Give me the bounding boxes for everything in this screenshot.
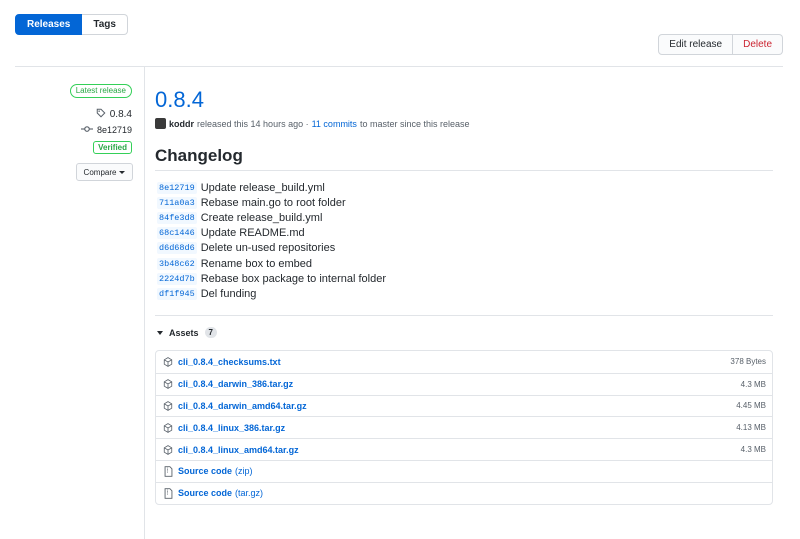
released-text: released this 14 hours ago · <box>197 118 309 129</box>
release-byline: koddr released this 14 hours ago · 11 co… <box>155 118 469 129</box>
list-item: d6d68d6 Delete un-used repositories <box>157 241 386 256</box>
edit-release-button[interactable]: Edit release <box>658 34 734 55</box>
list-item: 3b48c62 Rename box to embed <box>157 256 386 271</box>
release-meta-column: Latest release 0.8.4 8e12719 Verified Co… <box>15 67 145 539</box>
asset-row[interactable]: Source code (tar.gz) <box>156 481 772 504</box>
asset-size: 4.3 MB <box>740 445 766 455</box>
tag-icon <box>96 108 106 121</box>
commit-sha-link[interactable]: d6d68d6 <box>157 242 197 255</box>
commit-sha-link[interactable]: 3b48c62 <box>157 257 197 270</box>
assets-count-badge: 7 <box>204 327 217 338</box>
asset-name[interactable]: cli_0.8.4_linux_386.tar.gz <box>178 423 736 433</box>
asset-name[interactable]: cli_0.8.4_linux_amd64.tar.gz <box>178 445 741 455</box>
triangle-down-icon <box>157 330 163 335</box>
since-text: to master since this release <box>359 118 470 129</box>
package-icon <box>162 379 174 390</box>
assets-list: cli_0.8.4_checksums.txt 378 Bytes cli_0.… <box>155 350 773 505</box>
source-targz-link[interactable]: Source code (tar.gz) <box>178 488 766 498</box>
asset-size: 4.45 MB <box>736 401 766 411</box>
commit-message: Create release_build.yml <box>200 211 323 224</box>
asset-row[interactable]: cli_0.8.4_darwin_amd64.tar.gz 4.45 MB <box>156 394 772 417</box>
latest-release-badge: Latest release <box>69 84 132 98</box>
compare-dropdown[interactable]: Compare <box>76 163 133 181</box>
asset-name[interactable]: cli_0.8.4_checksums.txt <box>178 357 730 367</box>
file-zip-icon <box>162 487 174 499</box>
list-item: 2224d7b Rebase box package to internal fo… <box>157 271 386 286</box>
list-item: 68c1446 Update README.md <box>157 226 386 241</box>
commit-list: 8e12719 Update release_build.yml 711a0a3 R… <box>157 180 386 302</box>
assets-label: Assets <box>169 327 199 338</box>
release-title[interactable]: 0.8.4 <box>155 87 204 113</box>
divider <box>155 170 773 171</box>
package-icon <box>162 444 174 455</box>
commit-message: Update release_build.yml <box>200 181 325 194</box>
asset-name[interactable]: cli_0.8.4_darwin_386.tar.gz <box>178 379 741 389</box>
commit-sha-link[interactable]: 68c1446 <box>157 227 197 240</box>
source-zip-link[interactable]: Source code (zip) <box>178 466 766 476</box>
delete-release-button[interactable]: Delete <box>733 34 783 55</box>
commits-link[interactable]: 11 commits <box>312 119 357 129</box>
release-commit[interactable]: 8e12719 <box>80 125 132 135</box>
commit-sha: 8e12719 <box>96 125 132 135</box>
tab-tags[interactable]: Tags <box>82 14 128 35</box>
list-item: df1f945 Del funding <box>157 286 386 301</box>
assets-toggle[interactable]: Assets 7 <box>157 327 217 338</box>
asset-row[interactable]: cli_0.8.4_checksums.txt 378 Bytes <box>156 351 772 373</box>
commit-message: Rebase main.go to root folder <box>200 196 346 209</box>
list-item: 8e12719 Update release_build.yml <box>157 180 386 195</box>
package-icon <box>162 422 174 433</box>
compare-label: Compare <box>83 167 117 177</box>
commit-sha-link[interactable]: 84fe3d8 <box>157 211 197 224</box>
tab-releases[interactable]: Releases <box>15 14 83 35</box>
commit-sha-link[interactable]: 2224d7b <box>157 272 197 285</box>
commit-message: Delete un-used repositories <box>200 242 336 255</box>
asset-row[interactable]: cli_0.8.4_linux_amd64.tar.gz 4.3 MB <box>156 438 772 460</box>
release-actions: Edit release Delete <box>658 34 783 55</box>
commit-sha-link[interactable]: df1f945 <box>157 287 197 300</box>
asset-size: 4.13 MB <box>736 423 766 433</box>
commit-sha-link[interactable]: 711a0a3 <box>157 196 197 209</box>
release-tag[interactable]: 0.8.4 <box>96 108 132 121</box>
list-item: 711a0a3 Rebase main.go to root folder <box>157 195 386 210</box>
asset-name[interactable]: cli_0.8.4_darwin_amd64.tar.gz <box>178 401 736 411</box>
commit-sha-link[interactable]: 8e12719 <box>157 181 197 194</box>
commit-message: Del funding <box>200 287 257 300</box>
file-zip-icon <box>162 466 174 477</box>
asset-row[interactable]: cli_0.8.4_linux_386.tar.gz 4.13 MB <box>156 416 772 438</box>
asset-row[interactable]: cli_0.8.4_darwin_386.tar.gz 4.3 MB <box>156 372 772 395</box>
changelog-heading: Changelog <box>155 146 243 165</box>
package-icon <box>162 401 174 411</box>
commit-icon <box>80 125 93 135</box>
asset-size: 4.3 MB <box>740 379 766 389</box>
verified-badge[interactable]: Verified <box>93 141 132 154</box>
package-icon <box>162 357 174 367</box>
commit-message: Rebase box package to internal folder <box>200 272 387 285</box>
list-item: 84fe3d8 Create release_build.yml <box>157 210 386 225</box>
commit-message: Rename box to embed <box>200 257 313 270</box>
asset-size: 378 Bytes <box>730 357 766 367</box>
chevron-down-icon <box>119 170 126 174</box>
author-link[interactable]: koddr <box>169 119 194 129</box>
asset-row[interactable]: Source code (zip) <box>156 459 772 482</box>
release-subnav: Releases Tags <box>15 14 128 35</box>
tag-name: 0.8.4 <box>109 109 132 120</box>
commit-message: Update README.md <box>200 227 305 240</box>
avatar[interactable] <box>155 118 166 129</box>
divider <box>155 315 773 316</box>
